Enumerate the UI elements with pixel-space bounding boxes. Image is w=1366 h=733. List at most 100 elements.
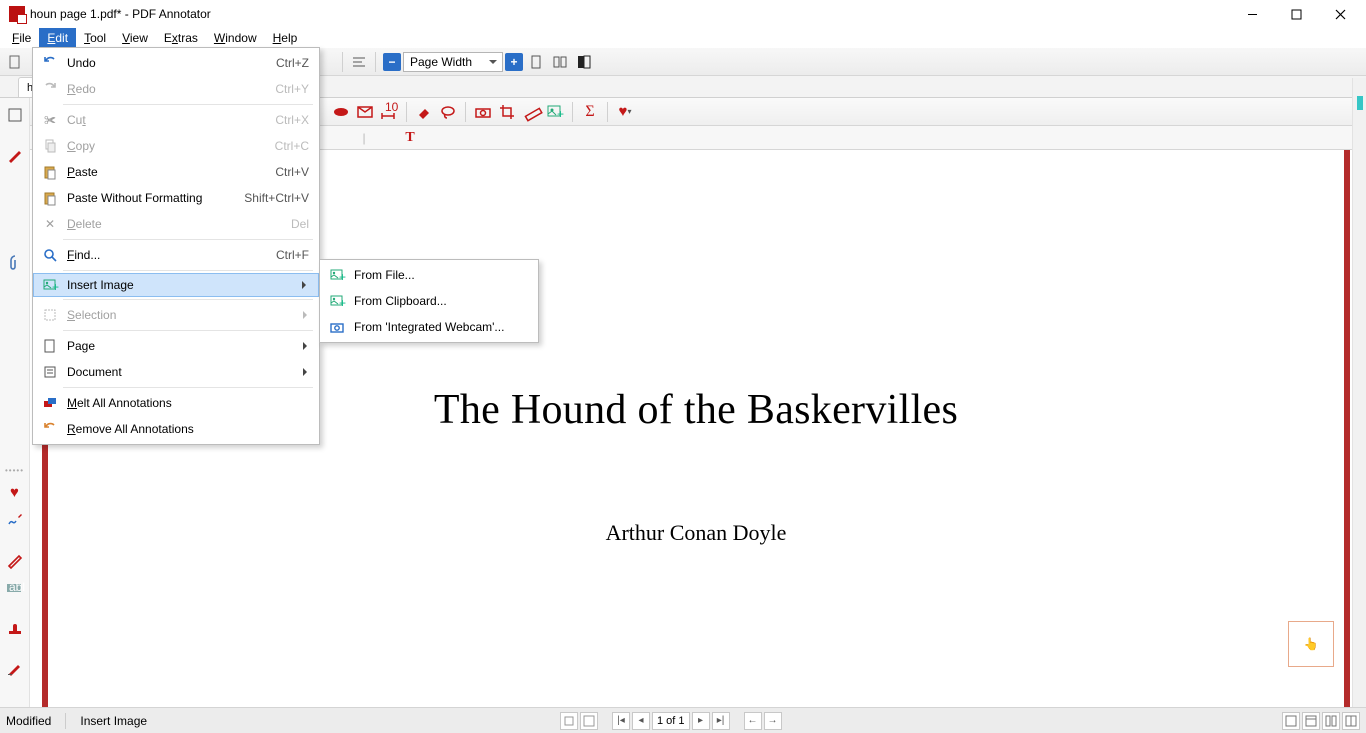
pencil-red-tool[interactable] (4, 549, 26, 571)
nav-forward-button[interactable]: → (764, 712, 782, 730)
menu-copy[interactable]: CopyCtrl+C (33, 133, 319, 159)
menu-view[interactable]: View (114, 28, 156, 48)
maximize-button[interactable] (1274, 0, 1318, 28)
view-mode-4[interactable] (1342, 712, 1360, 730)
menu-selection[interactable]: Selection (33, 302, 319, 328)
menu-file[interactable]: File (4, 28, 39, 48)
select-rect-tool[interactable] (4, 104, 26, 126)
signature-tool[interactable] (4, 509, 26, 531)
book-author: Arthur Conan Doyle (50, 520, 1342, 546)
status-bar: Modified Insert Image |◂ ◂ 1 of 1 ▸ ▸| ←… (0, 707, 1366, 733)
title-bar: houn page 1.pdf* - PDF Annotator (0, 0, 1366, 28)
pen-tool[interactable] (4, 144, 26, 166)
svg-text:+: + (52, 280, 59, 294)
menu-remove[interactable]: Remove All Annotations (33, 416, 319, 442)
delete-icon: ✕ (41, 215, 59, 233)
hand-icon: 👆 (1304, 637, 1319, 651)
separator-dots-icon: ••••• (5, 466, 24, 475)
insert-image-icon: + (41, 276, 59, 294)
next-page-button[interactable]: ▸ (692, 712, 710, 730)
zoom-in-button[interactable]: + (505, 53, 523, 71)
attachment-tool[interactable] (4, 252, 26, 274)
align-button[interactable] (348, 51, 370, 73)
menu-find[interactable]: Find...Ctrl+F (33, 242, 319, 268)
crop-tool-icon[interactable] (498, 103, 516, 121)
lasso-tool-icon[interactable] (439, 103, 457, 121)
menu-tool[interactable]: Tool (76, 28, 114, 48)
mail-tool-icon[interactable] (356, 103, 374, 121)
image-insert-tool-icon[interactable]: + (546, 103, 564, 121)
page-indicator[interactable]: 1 of 1 (652, 712, 690, 730)
thumb-large-icon[interactable] (580, 712, 598, 730)
menu-document[interactable]: Document (33, 359, 319, 385)
document-icon (41, 363, 59, 381)
menu-bar: File Edit Tool View Extras Window Help (0, 28, 1366, 48)
webcam-icon (328, 318, 346, 336)
copy-icon (41, 137, 59, 155)
svg-text:+: + (339, 296, 346, 310)
svg-text:+: + (339, 270, 346, 284)
insert-image-submenu: + From File... + From Clipboard... From … (319, 259, 539, 343)
separator-icon: | (356, 130, 372, 146)
edit-pencil-tool[interactable] (4, 657, 26, 679)
submenu-from-webcam[interactable]: From 'Integrated Webcam'... (320, 314, 538, 340)
menu-paste-wo[interactable]: Paste Without FormattingShift+Ctrl+V (33, 185, 319, 211)
favorite-tool-icon[interactable]: ♥▾ (616, 103, 634, 121)
status-context: Insert Image (80, 714, 147, 728)
zoom-level-select[interactable]: Page Width (403, 52, 503, 72)
remove-all-icon (41, 420, 59, 438)
two-page-button[interactable] (549, 51, 571, 73)
redo-icon (41, 80, 59, 98)
new-file-button[interactable] (4, 51, 26, 73)
left-toolbar: ••••• ♥ abl (0, 98, 30, 707)
menu-undo[interactable]: UndoCtrl+Z (33, 50, 319, 76)
stamp-tool[interactable] (4, 617, 26, 639)
pan-hand-button[interactable]: 👆 (1288, 621, 1334, 667)
view-mode-2[interactable] (1302, 712, 1320, 730)
menu-cut[interactable]: ✀ CutCtrl+X (33, 107, 319, 133)
view-mode-1[interactable] (1282, 712, 1300, 730)
thumb-small-icon[interactable] (560, 712, 578, 730)
cut-icon: ✀ (41, 111, 59, 129)
label-tool[interactable]: abl (4, 577, 26, 599)
menu-insert-image[interactable]: + Insert Image (33, 273, 319, 297)
menu-help[interactable]: Help (265, 28, 306, 48)
measure-tool-icon[interactable]: 10 (380, 103, 398, 121)
menu-page[interactable]: Page (33, 333, 319, 359)
text-tool-icon[interactable]: T (402, 130, 418, 146)
ellipse-tool-icon[interactable] (332, 103, 350, 121)
prev-page-button[interactable]: ◂ (632, 712, 650, 730)
page-icon (41, 337, 59, 355)
close-button[interactable] (1318, 0, 1362, 28)
sigma-tool-icon[interactable]: Σ (581, 103, 599, 121)
right-sidebar-handle[interactable] (1357, 96, 1363, 110)
menu-redo[interactable]: RedoCtrl+Y (33, 76, 319, 102)
submenu-from-file[interactable]: + From File... (320, 262, 538, 288)
nav-back-button[interactable]: ← (744, 712, 762, 730)
minimize-button[interactable] (1230, 0, 1274, 28)
view-mode-3[interactable] (1322, 712, 1340, 730)
paste-plain-icon (41, 189, 59, 207)
menu-delete[interactable]: ✕ DeleteDel (33, 211, 319, 237)
favorite-heart-tool[interactable]: ♥ (4, 481, 26, 503)
eraser-tool-icon[interactable] (415, 103, 433, 121)
window-title: houn page 1.pdf* - PDF Annotator (30, 7, 211, 21)
menu-extras[interactable]: Extras (156, 28, 206, 48)
menu-melt[interactable]: Melt All Annotations (33, 390, 319, 416)
last-page-button[interactable]: ▸| (712, 712, 730, 730)
single-page-button[interactable] (525, 51, 547, 73)
ruler-tool-icon[interactable] (522, 103, 540, 121)
page-nav-cluster: |◂ ◂ 1 of 1 ▸ ▸| ← → (560, 712, 782, 730)
zoom-out-button[interactable]: − (383, 53, 401, 71)
camera-tool-icon[interactable] (474, 103, 492, 121)
undo-icon (41, 54, 59, 72)
menu-paste[interactable]: PasteCtrl+V (33, 159, 319, 185)
layout-toggle-button[interactable] (573, 51, 595, 73)
menu-edit[interactable]: Edit (39, 28, 76, 48)
submenu-from-clipboard[interactable]: + From Clipboard... (320, 288, 538, 314)
menu-window[interactable]: Window (206, 28, 265, 48)
svg-text:10: 10 (385, 100, 399, 114)
svg-text:+: + (557, 107, 564, 121)
app-icon (9, 6, 25, 22)
first-page-button[interactable]: |◂ (612, 712, 630, 730)
